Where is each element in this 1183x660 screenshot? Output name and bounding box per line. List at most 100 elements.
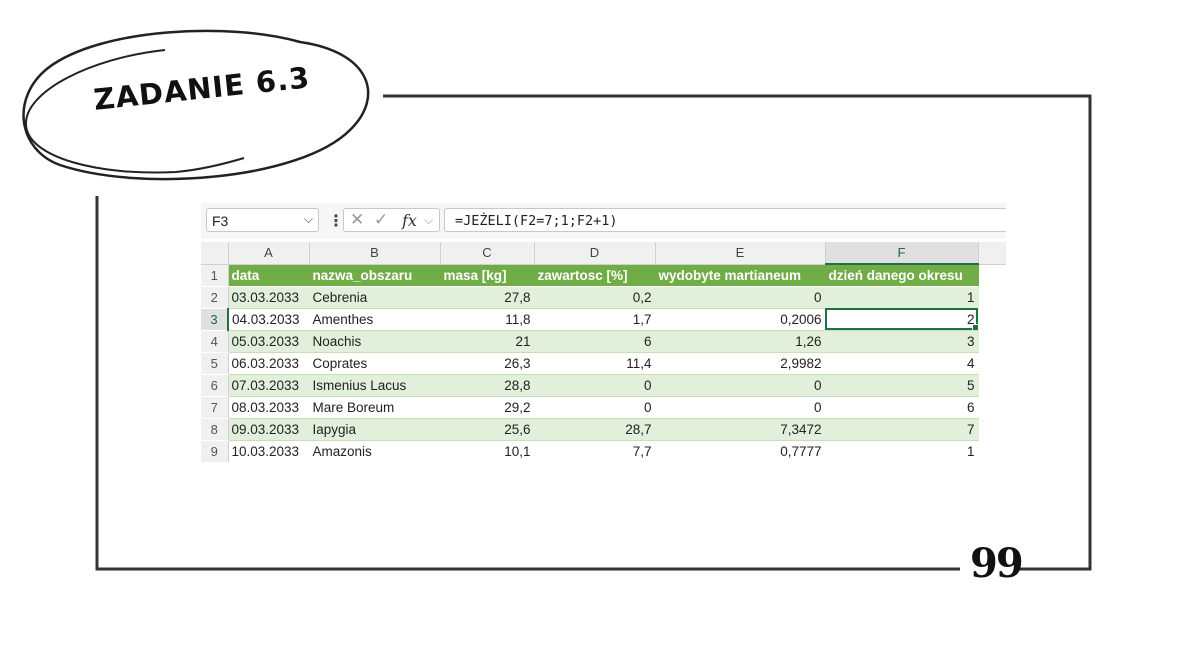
formula-text: =JEŻELI(F2=7;1;F2+1) (455, 213, 618, 229)
row-header-1[interactable]: 1 (201, 264, 229, 287)
row-header-3[interactable]: 3 (201, 308, 229, 331)
cell[interactable]: 0,7777 (655, 440, 826, 462)
header-cell[interactable]: wydobyte martianeum (655, 264, 826, 287)
empty-cell[interactable] (978, 396, 1006, 419)
column-header-a[interactable]: A (228, 242, 310, 265)
table-row: 4 05.03.2033 Noachis 21 6 1,26 3 (201, 330, 1006, 353)
column-header-c[interactable]: C (440, 242, 535, 265)
cell[interactable]: Amazonis (309, 440, 441, 462)
header-cell[interactable]: nazwa_obszaru (309, 264, 441, 287)
fill-handle[interactable] (971, 323, 977, 329)
empty-cell[interactable] (978, 440, 1006, 462)
sheet-grid: A B C D E F 1 data nazwa_obszaru masa [k… (201, 242, 1006, 462)
quote-mark: 99 (970, 540, 1024, 587)
table-row: 6 07.03.2033 Ismenius Lacus 28,8 0 0 5 (201, 374, 1006, 397)
table-row: 7 08.03.2033 Mare Boreum 29,2 0 0 6 (201, 396, 1006, 419)
insert-function-icon[interactable]: fx (402, 211, 417, 230)
cell[interactable]: 05.03.2033 (228, 330, 310, 353)
name-box[interactable]: F3 ⌵ (206, 208, 319, 232)
cell[interactable]: 4 (825, 352, 979, 375)
empty-cell[interactable] (978, 418, 1006, 441)
row-header-2[interactable]: 2 (201, 286, 229, 309)
cell[interactable]: 27,8 (440, 286, 535, 309)
name-box-value: F3 (212, 213, 229, 229)
cell[interactable]: 7,7 (534, 440, 656, 462)
cell[interactable]: 06.03.2033 (228, 352, 310, 375)
cell[interactable]: Iapygia (309, 418, 441, 441)
empty-cell[interactable] (978, 308, 1006, 331)
cell[interactable]: Coprates (309, 352, 441, 375)
table-row: 2 03.03.2033 Cebrenia 27,8 0,2 0 1 (201, 286, 1006, 309)
empty-cell[interactable] (978, 374, 1006, 397)
cell[interactable]: 0 (655, 396, 826, 419)
cell[interactable]: 28,7 (534, 418, 656, 441)
cell[interactable]: 7 (825, 418, 979, 441)
cell[interactable]: 0,2 (534, 286, 656, 309)
empty-cell[interactable] (978, 264, 1006, 287)
cell[interactable]: 0 (534, 374, 656, 397)
cell[interactable]: 10.03.2033 (228, 440, 310, 462)
cell[interactable]: 21 (440, 330, 535, 353)
cell[interactable]: 10,1 (440, 440, 535, 462)
empty-cell[interactable] (978, 352, 1006, 375)
cell[interactable]: 1,7 (534, 308, 656, 331)
row-header-9[interactable]: 9 (201, 440, 229, 462)
cell[interactable]: 5 (825, 374, 979, 397)
cell[interactable]: 6 (534, 330, 656, 353)
cell[interactable]: 7,3472 (655, 418, 826, 441)
table-row: 9 10.03.2033 Amazonis 10,1 7,7 0,7777 1 (201, 440, 1006, 462)
column-header-e[interactable]: E (655, 242, 826, 265)
cell[interactable]: 0,2006 (655, 308, 826, 331)
column-header-g[interactable] (978, 242, 1006, 265)
cell[interactable]: 1 (825, 286, 979, 309)
cell[interactable]: 0 (655, 286, 826, 309)
select-all-corner[interactable] (201, 242, 229, 265)
empty-cell[interactable] (978, 330, 1006, 353)
active-cell-f3[interactable]: 2 (825, 308, 979, 331)
cell[interactable]: 2,9982 (655, 352, 826, 375)
chevron-down-icon[interactable]: ⌵ (424, 213, 433, 228)
cell[interactable]: 04.03.2033 (228, 308, 310, 331)
cell[interactable]: 07.03.2033 (228, 374, 310, 397)
cancel-icon[interactable]: ✕ (350, 210, 364, 230)
cell[interactable]: 25,6 (440, 418, 535, 441)
cell[interactable]: Ismenius Lacus (309, 374, 441, 397)
row-header-7[interactable]: 7 (201, 396, 229, 419)
header-cell[interactable]: zawartosc [%] (534, 264, 656, 287)
cell[interactable]: 11,8 (440, 308, 535, 331)
cell[interactable]: 11,4 (534, 352, 656, 375)
cell[interactable]: 6 (825, 396, 979, 419)
row-header-4[interactable]: 4 (201, 330, 229, 353)
column-headers: A B C D E F (201, 242, 1006, 265)
cell[interactable]: 29,2 (440, 396, 535, 419)
more-options-icon[interactable]: ⋮ (328, 211, 344, 231)
cell[interactable]: 28,8 (440, 374, 535, 397)
empty-cell[interactable] (978, 286, 1006, 309)
row-header-6[interactable]: 6 (201, 374, 229, 397)
column-header-b[interactable]: B (309, 242, 441, 265)
cell[interactable]: Amenthes (309, 308, 441, 331)
row-header-8[interactable]: 8 (201, 418, 229, 441)
cell[interactable]: Cebrenia (309, 286, 441, 309)
cell[interactable]: 0 (534, 396, 656, 419)
enter-icon[interactable]: ✓ (374, 210, 388, 230)
cell[interactable]: 03.03.2033 (228, 286, 310, 309)
cell[interactable]: 08.03.2033 (228, 396, 310, 419)
chevron-down-icon[interactable]: ⌵ (304, 212, 313, 227)
spreadsheet-screenshot: F3 ⌵ ⋮ ✕ ✓ fx ⌵ =JEŻELI(F2=7;1;F2+1) A B… (201, 203, 1006, 462)
header-cell[interactable]: dzień danego okresu (825, 264, 979, 287)
cell[interactable]: 09.03.2033 (228, 418, 310, 441)
cell[interactable]: 0 (655, 374, 826, 397)
row-header-5[interactable]: 5 (201, 352, 229, 375)
cell[interactable]: Noachis (309, 330, 441, 353)
column-header-f[interactable]: F (825, 242, 979, 265)
header-cell[interactable]: data (228, 264, 310, 287)
cell[interactable]: 1 (825, 440, 979, 462)
cell[interactable]: 26,3 (440, 352, 535, 375)
header-cell[interactable]: masa [kg] (440, 264, 535, 287)
cell[interactable]: Mare Boreum (309, 396, 441, 419)
formula-input[interactable]: =JEŻELI(F2=7;1;F2+1) (444, 208, 1006, 232)
cell[interactable]: 1,26 (655, 330, 826, 353)
cell[interactable]: 3 (825, 330, 979, 353)
column-header-d[interactable]: D (534, 242, 656, 265)
